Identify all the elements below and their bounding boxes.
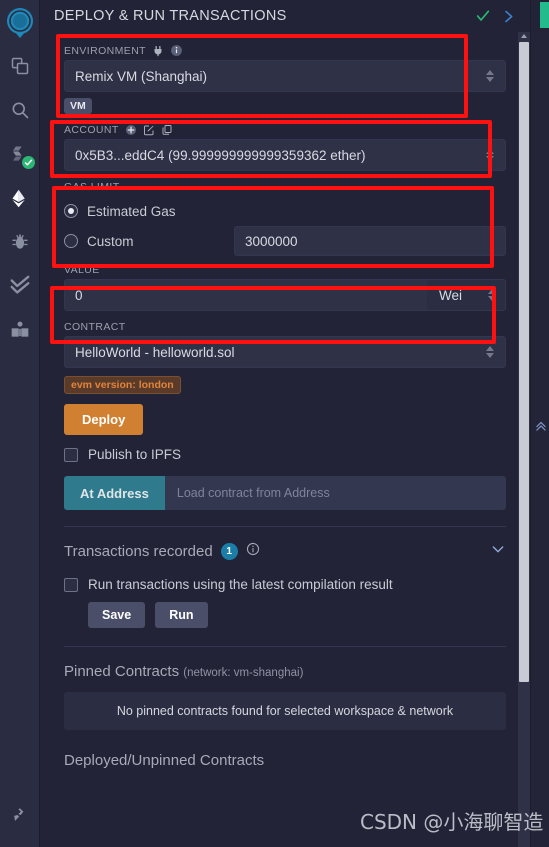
environment-select[interactable]: Remix VM (Shanghai) [64,60,506,92]
save-button[interactable]: Save [88,602,146,628]
transactions-title: Transactions recorded [64,542,213,560]
scroll-up-arrow-icon[interactable] [521,34,527,38]
radio-custom-gas[interactable] [64,234,78,248]
value-section: VALUE 0 Wei [40,256,530,311]
environment-label: ENVIRONMENT [64,44,146,57]
at-address-input[interactable]: Load contract from Address [164,476,506,510]
value-unit-label: Wei [439,287,463,303]
scrollbar-track[interactable] [518,32,530,847]
at-address-button[interactable]: At Address [64,476,165,510]
account-label: ACCOUNT [64,124,119,136]
environment-value: Remix VM (Shanghai) [75,68,208,84]
deploy-button[interactable]: Deploy [64,404,144,435]
environment-label-row: ENVIRONMENT [64,44,506,57]
plus-circle-icon[interactable] [125,124,137,136]
watermark: CSDN @小海聊智造 [360,810,544,834]
learneth-icon[interactable] [0,308,40,352]
deploy-run-panel: DEPLOY & RUN TRANSACTIONS ENVIRONMENT Re… [40,0,530,847]
terminal-status-indicator [540,2,549,28]
radio-custom-gas-label: Custom [87,233,134,249]
file-explorer-icon[interactable] [0,44,40,88]
plugin-manager-icon[interactable] [0,793,40,837]
right-rail [530,0,549,847]
account-label-row: ACCOUNT [64,124,506,136]
info-circle-icon[interactable] [246,542,260,560]
plug-icon [152,45,164,57]
evm-version-badge: evm version: london [64,376,181,394]
vm-badge: VM [64,98,92,114]
radio-estimated-gas-label: Estimated Gas [87,203,176,219]
value-row: 0 Wei [64,279,506,311]
value-input[interactable]: 0 [65,280,427,310]
account-section: ACCOUNT 0x5B3...eddC4 (99.99999999999935… [40,114,530,171]
gas-limit-label: GAS LIMIT [64,181,120,193]
gas-limit-custom-row[interactable]: Custom 3000000 [64,226,506,256]
account-value: 0x5B3...eddC4 (99.999999999999359362 eth… [75,147,366,163]
deployed-contracts-title: Deployed/Unpinned Contracts [64,752,265,769]
run-latest-row[interactable]: Run transactions using the latest compil… [64,577,506,592]
run-latest-label: Run transactions using the latest compil… [88,577,393,592]
chevron-updown-icon[interactable] [484,344,495,360]
transactions-count-badge: 1 [220,542,238,560]
solidity-unit-testing-icon[interactable] [0,264,40,308]
copy-icon[interactable] [161,124,173,136]
chevron-right-icon[interactable] [501,9,516,24]
run-button[interactable]: Run [155,602,208,628]
pinned-contracts-section: Pinned Contracts (network: vm-shanghai) … [40,647,530,769]
radio-estimated-gas[interactable] [64,204,78,218]
pinned-contracts-title: Pinned Contracts [64,663,180,680]
publish-ipfs-checkbox[interactable] [64,447,78,462]
gas-limit-estimated-row[interactable]: Estimated Gas [64,196,506,226]
contract-section: CONTRACT HelloWorld - helloworld.sol evm… [40,311,530,527]
chevron-updown-icon[interactable] [484,68,495,84]
gas-limit-section: GAS LIMIT Estimated Gas Custom 3000000 [40,171,530,256]
chevrons-up-icon[interactable] [533,415,549,437]
environment-section: ENVIRONMENT Remix VM (Shanghai) VM [40,32,530,114]
custom-gas-input[interactable]: 3000000 [234,226,506,256]
pinned-contracts-network: (network: vm-shanghai) [183,667,304,679]
pinned-contracts-header: Pinned Contracts (network: vm-shanghai) [64,647,506,680]
sidebar-item-deploy-run[interactable] [0,176,40,220]
contract-label: CONTRACT [64,321,126,333]
contract-value: HelloWorld - helloworld.sol [75,344,235,360]
at-address-row: At Address Load contract from Address [64,476,506,510]
transactions-section: Transactions recorded 1 Run transactions… [40,527,530,647]
publish-ipfs-row[interactable]: Publish to IPFS [64,447,506,462]
check-icon [475,8,491,24]
chevron-updown-icon[interactable] [484,147,495,163]
activity-bar [0,0,40,847]
info-icon[interactable] [170,44,183,57]
publish-ipfs-label: Publish to IPFS [88,447,182,462]
search-icon[interactable] [0,88,40,132]
panel-scroll-area[interactable]: ENVIRONMENT Remix VM (Shanghai) VM ACCOU… [40,32,530,847]
pinned-contracts-empty: No pinned contracts found for selected w… [64,692,506,730]
chevron-updown-icon[interactable] [486,287,497,303]
contract-select[interactable]: HelloWorld - helloworld.sol [64,336,506,368]
pencil-square-icon[interactable] [143,124,155,136]
compile-success-badge [21,156,35,169]
panel-header: DEPLOY & RUN TRANSACTIONS [40,0,530,32]
transactions-header[interactable]: Transactions recorded 1 [64,527,506,561]
remix-logo-icon[interactable] [0,4,40,44]
value-unit-select[interactable]: Wei [427,280,505,310]
run-latest-checkbox[interactable] [64,577,78,592]
chevron-down-icon[interactable] [490,541,506,561]
account-select[interactable]: 0x5B3...eddC4 (99.999999999999359362 eth… [64,139,506,171]
value-label: VALUE [64,264,100,276]
panel-scrollbar[interactable] [518,32,530,847]
page-title: DEPLOY & RUN TRANSACTIONS [54,8,287,24]
transactions-buttons: Save Run [88,602,506,628]
solidity-compiler-icon[interactable] [0,132,40,176]
debugger-icon[interactable] [0,220,40,264]
scrollbar-thumb[interactable] [519,42,529,682]
